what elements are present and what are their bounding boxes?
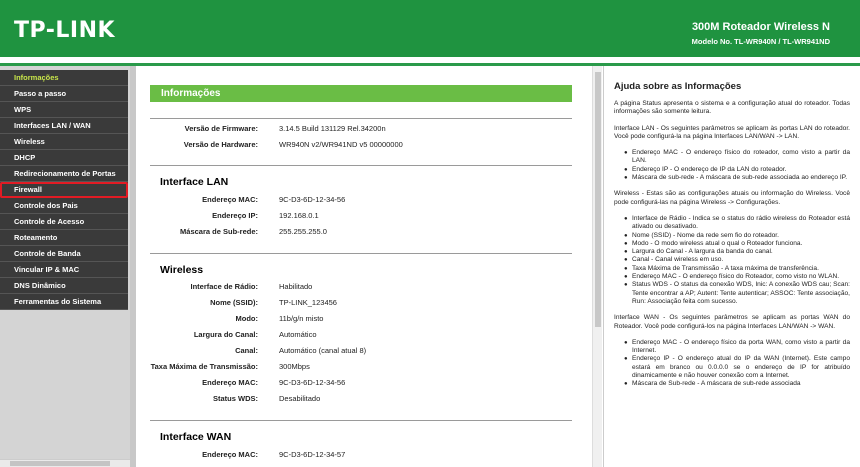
lan-ip-label: Endereço IP: xyxy=(212,211,258,220)
model-number: Modelo No. TL-WR940N / TL-WR941ND xyxy=(691,37,830,46)
sidebar-item-wps[interactable]: WPS xyxy=(0,102,128,118)
sidebar-item-roteamento[interactable]: Roteamento xyxy=(0,230,128,246)
sidebar-item-dns-dinamico[interactable]: DNS Dinâmico xyxy=(0,278,128,294)
sidebar-horizontal-scrollbar[interactable] xyxy=(0,459,130,467)
lan-mac-value: 9C-D3-6D-12-34-56 xyxy=(279,195,346,204)
list-item: Nome (SSID) - Nome da rede sem fio do ro… xyxy=(624,232,850,241)
wan-mac-label: Endereço MAC: xyxy=(202,450,258,459)
firmware-row: Versão de Firmware: 3.14.5 Build 131129 … xyxy=(150,124,570,136)
help-wireless-intro: Wireless - Estas são as configurações at… xyxy=(614,190,850,206)
list-item: Canal - Canal wireless em uso. xyxy=(624,256,850,265)
wireless-wds-value: Desabilitado xyxy=(279,394,321,403)
firmware-label: Versão de Firmware: xyxy=(184,124,258,133)
sidebar-item-firewall[interactable]: Firewall xyxy=(0,182,128,198)
list-item: Máscara de sub-rede - A máscara de sub-r… xyxy=(624,174,850,183)
lan-mask-label: Máscara de Sub-rede: xyxy=(180,227,258,236)
wireless-radio-label: Interface de Rádio: xyxy=(190,282,258,291)
sidebar-item-redirecionamento[interactable]: Redirecionamento de Portas xyxy=(0,166,128,182)
sidebar-item-vincular-ip-mac[interactable]: Vincular IP & MAC xyxy=(0,262,128,278)
help-wan-intro: Interface WAN - Os seguintes parâmetros … xyxy=(614,314,850,330)
hardware-value: WR940N v2/WR941ND v5 00000000 xyxy=(279,140,403,149)
tp-link-logo: TP-LINK xyxy=(14,18,116,43)
sidebar-item-ferramentas[interactable]: Ferramentas do Sistema xyxy=(0,294,128,310)
lan-mask-row: Máscara de Sub-rede: 255.255.255.0 xyxy=(150,227,570,239)
list-item: Endereço IP - O endereço atual do IP da … xyxy=(624,355,850,380)
wireless-rate-value: 300Mbps xyxy=(279,362,310,371)
wireless-channel-label: Canal: xyxy=(235,346,258,355)
lan-mac-row: Endereço MAC: 9C-D3-6D-12-34-56 xyxy=(150,195,570,207)
wireless-mode-label: Modo: xyxy=(235,314,259,323)
wireless-mac-label: Endereço MAC: xyxy=(202,378,258,387)
sidebar-item-dhcp[interactable]: DHCP xyxy=(0,150,128,166)
scrollbar-thumb[interactable] xyxy=(595,72,601,327)
wireless-width-row: Largura do Canal: Automático xyxy=(150,330,570,342)
wireless-mode-value: 11b/g/n misto xyxy=(279,314,324,323)
lan-section-title: Interface LAN xyxy=(160,176,229,188)
wireless-ssid-row: Nome (SSID): TP-LINK_123456 xyxy=(150,298,570,310)
wireless-rate-label: Taxa Máxima de Transmissão: xyxy=(150,362,258,371)
help-content: Ajuda sobre as Informações A página Stat… xyxy=(614,81,850,397)
help-wireless-list: Interface de Rádio - Indica se o status … xyxy=(624,215,850,306)
list-item: Endereço MAC - O endereço físico da port… xyxy=(624,339,850,356)
help-lan-intro: Interface LAN - Os seguintes parâmetros … xyxy=(614,124,850,140)
sidebar-item-controle-dos-pais[interactable]: Controle dos Pais xyxy=(0,198,128,214)
wireless-channel-row: Canal: Automático (canal atual 8) xyxy=(150,346,570,358)
wireless-mac-row: Endereço MAC: 9C-D3-6D-12-34-56 xyxy=(150,378,570,390)
list-item: Taxa Máxima de Transmissão - A taxa máxi… xyxy=(624,265,850,274)
sidebar-item-informacoes[interactable]: Informações xyxy=(0,70,128,86)
divider xyxy=(150,253,572,254)
wireless-mac-value: 9C-D3-6D-12-34-56 xyxy=(279,378,346,387)
firmware-value: 3.14.5 Build 131129 Rel.34200n xyxy=(279,124,386,133)
sidebar: Informações Passo a passo WPS Interfaces… xyxy=(0,66,130,467)
wireless-channel-value: Automático (canal atual 8) xyxy=(279,346,367,355)
divider xyxy=(150,165,572,166)
help-title: Ajuda sobre as Informações xyxy=(614,81,742,92)
list-item: Máscara de Sub-rede - A máscara de sub-r… xyxy=(624,380,850,389)
wireless-width-value: Automático xyxy=(279,330,317,339)
wireless-ssid-label: Nome (SSID): xyxy=(210,298,258,307)
page-title: Informações xyxy=(150,85,572,102)
divider xyxy=(150,118,572,119)
wireless-section-title: Wireless xyxy=(160,264,204,276)
wireless-wds-row: Status WDS: Desabilitado xyxy=(150,394,570,406)
wireless-ssid-value: TP-LINK_123456 xyxy=(279,298,337,307)
sidebar-item-passo-a-passo[interactable]: Passo a passo xyxy=(0,86,128,102)
list-item: Endereço MAC - O endereço físico do rote… xyxy=(624,149,850,166)
wan-mac-row: Endereço MAC: 9C-D3-6D-12-34-57 xyxy=(150,450,570,462)
product-name: 300M Roteador Wireless N xyxy=(691,21,830,33)
main-vertical-scrollbar[interactable] xyxy=(592,66,602,467)
header: TP-LINK 300M Roteador Wireless N Modelo … xyxy=(0,0,860,60)
list-item: Largura do Canal - A largura da banda do… xyxy=(624,248,850,257)
help-panel: Ajuda sobre as Informações A página Stat… xyxy=(603,66,860,467)
wireless-width-label: Largura do Canal: xyxy=(193,330,258,339)
divider xyxy=(150,420,572,421)
hardware-row: Versão de Hardware: WR940N v2/WR941ND v5… xyxy=(150,140,570,152)
lan-mask-value: 255.255.255.0 xyxy=(279,227,327,236)
sidebar-item-controle-de-banda[interactable]: Controle de Banda xyxy=(0,246,128,262)
sidebar-item-controle-de-acesso[interactable]: Controle de Acesso xyxy=(0,214,128,230)
sidebar-item-wireless[interactable]: Wireless xyxy=(0,134,128,150)
wan-section-title: Interface WAN xyxy=(160,431,232,443)
list-item: Modo - O modo wireless atual o qual o Ro… xyxy=(624,240,850,249)
help-intro: A página Status apresenta o sistema e a … xyxy=(614,100,850,116)
lan-mac-label: Endereço MAC: xyxy=(202,195,258,204)
lan-ip-row: Endereço IP: 192.168.0.1 xyxy=(150,211,570,223)
list-item: Endereço IP - O endereço de IP da LAN do… xyxy=(624,166,850,175)
wan-mac-value: 9C-D3-6D-12-34-57 xyxy=(279,450,346,459)
help-wan-list: Endereço MAC - O endereço físico da port… xyxy=(624,339,850,389)
sidebar-item-interfaces-lan-wan[interactable]: Interfaces LAN / WAN xyxy=(0,118,128,134)
hardware-label: Versão de Hardware: xyxy=(183,140,258,149)
scrollbar-thumb[interactable] xyxy=(10,461,110,466)
list-item: Interface de Rádio - Indica se o status … xyxy=(624,215,850,232)
wireless-mode-row: Modo: 11b/g/n misto xyxy=(150,314,570,326)
lan-ip-value: 192.168.0.1 xyxy=(279,211,319,220)
help-lan-list: Endereço MAC - O endereço físico do rote… xyxy=(624,149,850,182)
wireless-radio-value: Habilitado xyxy=(279,282,313,291)
list-item: Endereço MAC - O endereço físico do Rote… xyxy=(624,273,850,282)
wireless-radio-row: Interface de Rádio: Habilitado xyxy=(150,282,570,294)
list-item: Status WDS - O status da conexão WDS, In… xyxy=(624,281,850,306)
wireless-wds-label: Status WDS: xyxy=(213,394,258,403)
sidebar-menu: Informações Passo a passo WPS Interfaces… xyxy=(0,70,128,310)
wireless-rate-row: Taxa Máxima de Transmissão: 300Mbps xyxy=(150,362,570,374)
